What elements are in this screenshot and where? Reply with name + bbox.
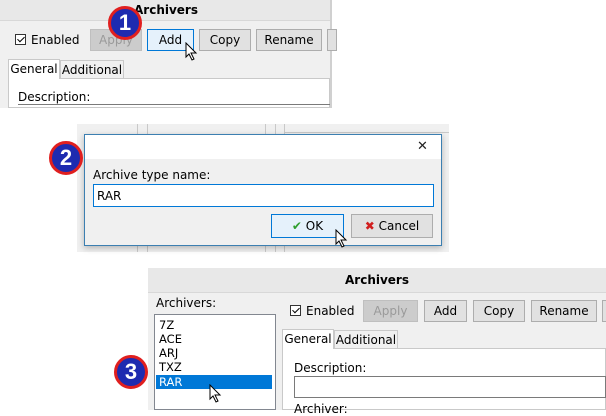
- copy-button[interactable]: Copy: [199, 29, 251, 51]
- x-icon: ✖: [364, 219, 375, 233]
- cancel-button[interactable]: ✖ Cancel: [351, 214, 433, 238]
- archivers-list-label: Archivers:: [156, 296, 217, 310]
- step-3-badge: 3: [114, 355, 148, 389]
- archive-type-value: RAR: [97, 189, 122, 203]
- dialog-titlebar: [85, 135, 441, 159]
- tab-additional[interactable]: Additional: [334, 330, 398, 349]
- enabled-label: Enabled: [31, 33, 80, 47]
- archivers-window-step1: Archivers Enabled Apply Add Copy Rename …: [0, 0, 337, 109]
- tab-general[interactable]: General: [282, 329, 334, 349]
- bg-panel-line: [284, 132, 449, 133]
- rename-button[interactable]: Rename: [531, 300, 597, 322]
- tab-additional[interactable]: Additional: [60, 60, 124, 79]
- mouse-pointer-icon: [209, 384, 222, 403]
- checkmark-icon: ✔: [291, 219, 302, 233]
- mouse-pointer-icon: [335, 229, 348, 248]
- cancel-label: Cancel: [378, 219, 420, 233]
- partial-button[interactable]: [602, 300, 606, 322]
- ok-label: OK: [305, 219, 324, 233]
- archive-type-input[interactable]: RAR: [93, 184, 434, 207]
- ok-button[interactable]: ✔ OK: [271, 214, 344, 238]
- mouse-pointer-icon: [185, 42, 198, 61]
- apply-button[interactable]: Apply: [363, 300, 418, 322]
- rename-button[interactable]: Rename: [256, 29, 322, 51]
- description-label: Description:: [294, 361, 367, 375]
- step-2-badge: 2: [49, 141, 83, 175]
- description-field[interactable]: [294, 376, 606, 398]
- archive-type-label: Archive type name:: [93, 168, 211, 182]
- description-field[interactable]: [18, 104, 330, 109]
- list-item[interactable]: 7Z: [156, 318, 272, 332]
- tab-general[interactable]: General: [8, 59, 60, 79]
- partial-button[interactable]: [327, 29, 337, 51]
- enabled-label: Enabled: [306, 304, 355, 318]
- step-1-badge: 1: [108, 6, 142, 40]
- archiver-label: Archiver:: [294, 402, 348, 416]
- add-button[interactable]: Add: [424, 300, 467, 322]
- list-item[interactable]: ARJ: [156, 346, 272, 360]
- list-item[interactable]: ACE: [156, 332, 272, 346]
- list-item[interactable]: TXZ: [156, 360, 272, 374]
- archive-type-dialog: ✕ Archive type name: RAR ✔ OK ✖ Cancel: [84, 134, 442, 248]
- enabled-checkbox[interactable]: [290, 305, 301, 316]
- close-icon[interactable]: ✕: [417, 139, 428, 154]
- description-label: Description:: [18, 90, 91, 104]
- window-title: Archivers: [148, 268, 606, 293]
- copy-button[interactable]: Copy: [473, 300, 525, 322]
- enabled-checkbox[interactable]: [15, 34, 26, 45]
- window-edge: [330, 0, 332, 108]
- window-title: Archivers: [0, 0, 332, 21]
